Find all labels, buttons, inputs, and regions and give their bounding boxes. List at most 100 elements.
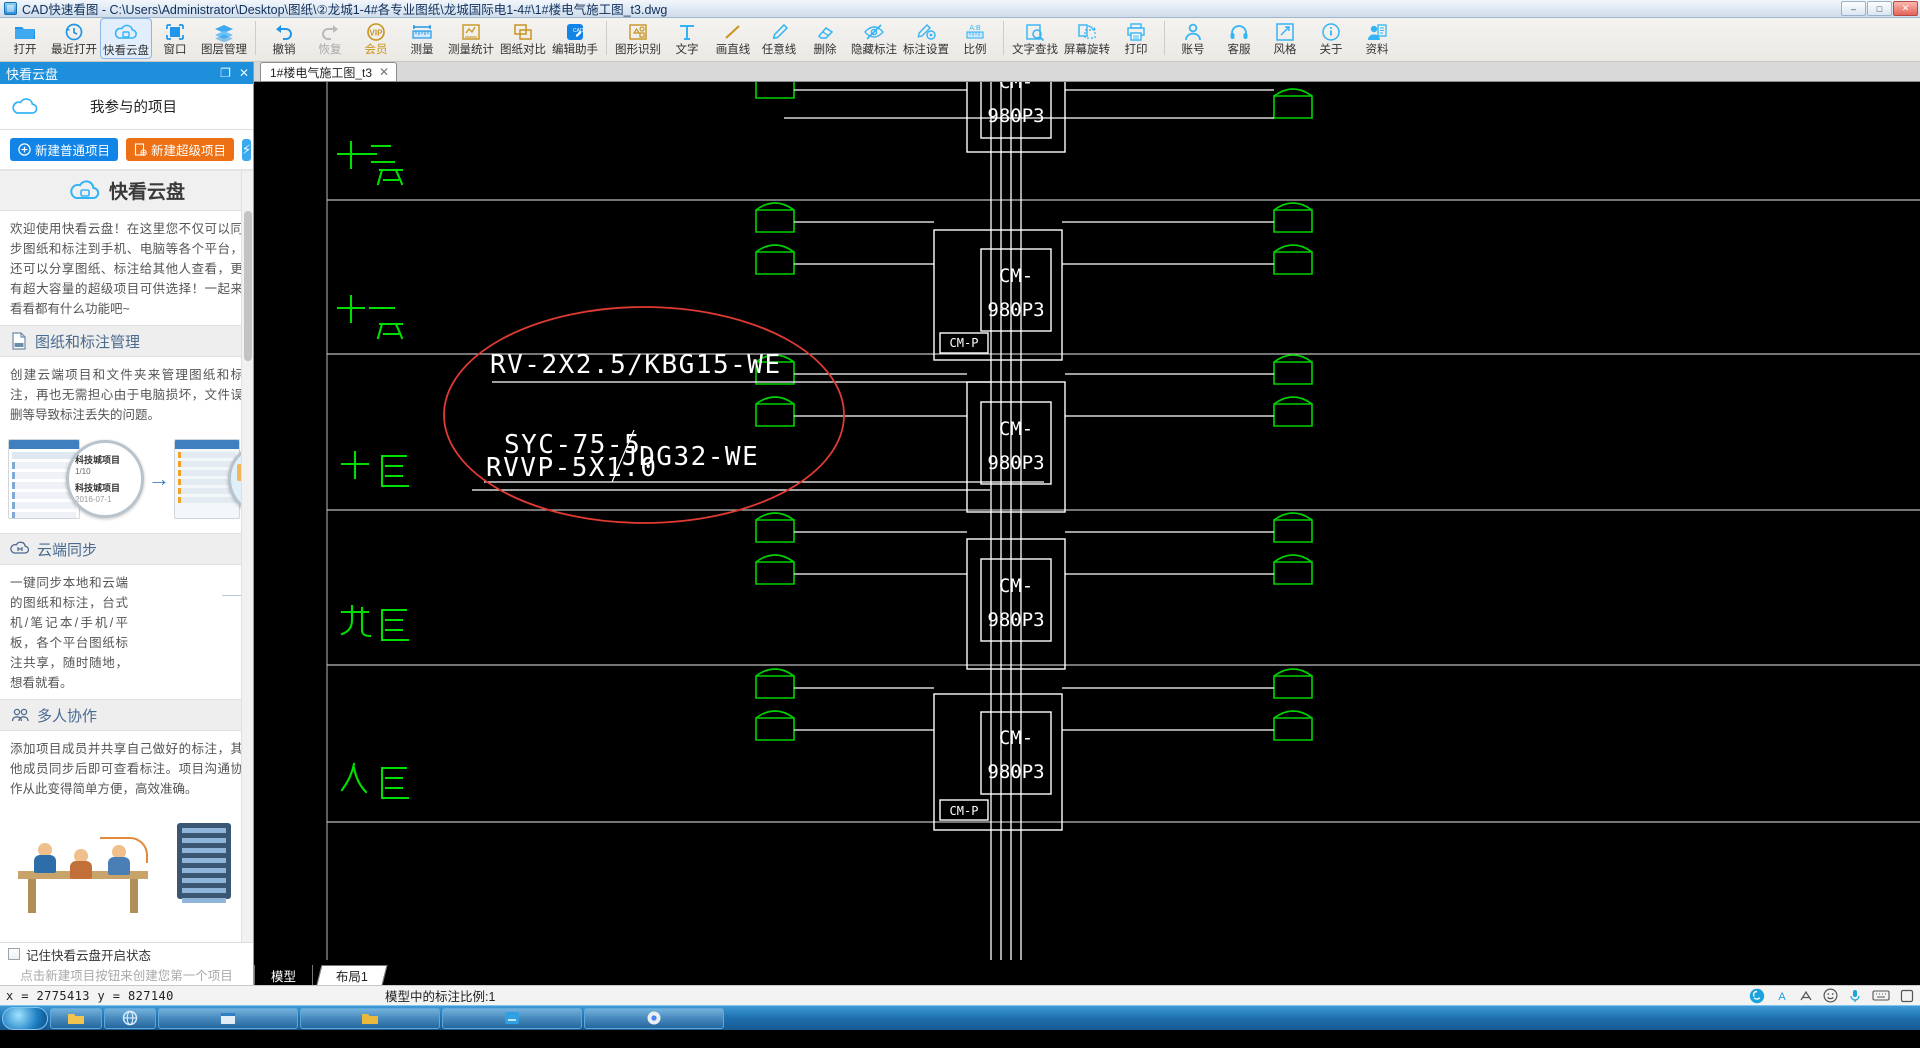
toolbar-layers[interactable]: 图层管理 xyxy=(198,18,250,61)
toolbar-recent[interactable]: 最近打开 xyxy=(48,18,100,61)
layout-tab[interactable]: 布局1 xyxy=(316,965,388,985)
super-doc-icon xyxy=(134,143,147,156)
toolbar-undo-label: 撤销 xyxy=(272,44,296,56)
taskbar-window-2[interactable] xyxy=(300,1007,440,1029)
document-tab-label: 1#楼电气施工图_t3 xyxy=(270,65,373,80)
undo-icon xyxy=(272,21,296,43)
toolbar-line-label: 画直线 xyxy=(715,44,751,56)
toolbar-open-label: 打开 xyxy=(13,44,37,56)
toolbar-window[interactable]: 窗口 xyxy=(152,18,198,61)
toolbar-undo[interactable]: 撤销 xyxy=(261,18,307,61)
panel-scrollbar-thumb[interactable] xyxy=(244,211,252,361)
toolbar-compare[interactable]: 图纸对比 xyxy=(497,18,549,61)
model-tab[interactable]: 模型 xyxy=(254,965,314,985)
sogou-icon[interactable] xyxy=(1749,988,1765,1004)
my-projects-label: 我参与的项目 xyxy=(90,100,177,116)
shape-recognize-icon xyxy=(626,21,650,43)
box-icon[interactable] xyxy=(1900,989,1914,1003)
text-icon xyxy=(675,21,699,43)
taskbar-window-4[interactable] xyxy=(584,1007,724,1029)
toolbar-measure[interactable]: 测量 xyxy=(399,18,445,61)
toolbar-cloud-label: 快看云盘 xyxy=(103,45,149,57)
toolbar-text-find-label: 文字查找 xyxy=(1012,44,1058,56)
letter-a-icon[interactable]: A xyxy=(1775,989,1789,1003)
refresh-button[interactable]: ⚡ xyxy=(242,138,252,161)
server-rack-icon xyxy=(177,823,231,903)
print-icon xyxy=(1124,21,1148,43)
windows-taskbar xyxy=(0,1005,1920,1030)
toolbar-screen-rotate[interactable]: 屏幕旋转 xyxy=(1061,18,1113,61)
taskbar-ie[interactable] xyxy=(104,1007,156,1029)
taskbar-window-1[interactable] xyxy=(158,1007,298,1029)
panel-scrollbar[interactable] xyxy=(241,171,253,942)
cursor-coordinates: x = 2775413 y = 827140 xyxy=(6,988,174,1003)
cloud-icon xyxy=(113,22,139,44)
toolbar-recent-label: 最近打开 xyxy=(51,44,97,56)
toolbar-line[interactable]: 画直线 xyxy=(710,18,756,61)
window-title: CAD快速看图 - C:\Users\Administrator\Desktop… xyxy=(22,3,668,17)
toolbar-freehand[interactable]: 任意线 xyxy=(756,18,802,61)
toolbar-print[interactable]: 打印 xyxy=(1113,18,1159,61)
toolbar-support[interactable]: 客服 xyxy=(1216,18,1262,61)
cad-canvas[interactable]: CM- 980P3 CM- 980P3 CM- 980P3 CM- 980P3 … xyxy=(254,82,1920,960)
toolbar-markup-settings[interactable]: 标注设置 xyxy=(900,18,952,61)
toolbar-compare-label: 图纸对比 xyxy=(500,44,546,56)
toolbar-style[interactable]: 风格 xyxy=(1262,18,1308,61)
keyboard-icon[interactable] xyxy=(1872,989,1890,1002)
annotation-text-4: JDG32-WE xyxy=(622,442,759,472)
headset-icon xyxy=(1227,21,1251,43)
close-button[interactable]: ✕ xyxy=(1893,1,1918,16)
svg-text:980P3: 980P3 xyxy=(987,452,1044,474)
close-icon[interactable]: ✕ xyxy=(379,65,389,79)
panel-restore-icon[interactable]: ❐ xyxy=(220,67,231,79)
new-normal-project-button[interactable]: 新建普通项目 xyxy=(10,138,119,161)
maximize-button[interactable]: □ xyxy=(1867,1,1892,16)
toolbar-vip[interactable]: VIP 会员 xyxy=(353,18,399,61)
arrow-right-icon: → xyxy=(148,466,170,491)
my-projects-row[interactable]: 我参与的项目 xyxy=(0,84,253,130)
font-icon[interactable] xyxy=(1799,989,1813,1003)
toolbar-text-find[interactable]: 文字查找 xyxy=(1009,18,1061,61)
toolbar-docs[interactable]: 资料 xyxy=(1354,18,1400,61)
start-button[interactable] xyxy=(2,1006,48,1030)
panel-close-icon[interactable]: ✕ xyxy=(239,67,249,79)
toolbar-measure-label: 测量 xyxy=(410,44,434,56)
mic-icon[interactable] xyxy=(1848,988,1862,1003)
toolbar-edit-assistant[interactable]: CAD 编辑助手 xyxy=(549,18,601,61)
toolbar-ratio[interactable]: A:B 比例 xyxy=(952,18,998,61)
toolbar-markup-settings-label: 标注设置 xyxy=(903,44,949,56)
toolbar-redo[interactable]: 恢复 xyxy=(307,18,353,61)
toolbar-cloud[interactable]: 快看云盘 xyxy=(100,18,152,59)
toolbar-print-label: 打印 xyxy=(1124,44,1148,56)
toolbar-edit-assistant-label: 编辑助手 xyxy=(552,44,598,56)
toolbar-text[interactable]: 文字 xyxy=(664,18,710,61)
toolbar-hide-markup[interactable]: 隐藏标注 xyxy=(848,18,900,61)
new-super-project-button[interactable]: 新建超级项目 xyxy=(126,138,235,161)
taskbar-explorer[interactable] xyxy=(50,1007,102,1029)
toolbar-open[interactable]: 打开 xyxy=(2,18,48,61)
remember-state-checkbox[interactable] xyxy=(8,948,20,960)
minimize-button[interactable]: – xyxy=(1841,1,1866,16)
line-icon xyxy=(721,21,745,43)
section-title-drawings: 图纸和标注管理 xyxy=(35,333,141,351)
toolbar-erase[interactable]: 删除 xyxy=(802,18,848,61)
smiley-icon[interactable] xyxy=(1823,988,1838,1003)
remember-state-checkbox-row[interactable]: 记住快看云盘开启状态 xyxy=(0,943,253,965)
cloud-panel-title: 快看云盘 xyxy=(6,66,59,82)
svg-text:980P3: 980P3 xyxy=(987,105,1044,127)
svg-text:980P3: 980P3 xyxy=(987,299,1044,321)
toolbar-text-label: 文字 xyxy=(675,44,699,56)
toolbar-about[interactable]: 关于 xyxy=(1308,18,1354,61)
toolbar-account[interactable]: 账号 xyxy=(1170,18,1216,61)
toolbar-measure-stats[interactable]: 测量统计 xyxy=(445,18,497,61)
svg-text:980P3: 980P3 xyxy=(987,761,1044,783)
app-statusbar: x = 2775413 y = 827140 模型中的标注比例:1 A xyxy=(0,985,1920,1005)
document-tab[interactable]: 1#楼电气施工图_t3 ✕ xyxy=(260,62,398,81)
layout-tab-label: 布局1 xyxy=(335,970,368,984)
cloud-outline-icon xyxy=(10,96,40,118)
docs-icon xyxy=(1365,21,1389,43)
toolbar-shape-recognize[interactable]: 图形识别 xyxy=(612,18,664,61)
model-layout-tabbar: 模型 布局1 xyxy=(254,960,1920,985)
taskbar-window-3[interactable] xyxy=(442,1007,582,1029)
section-text-collab: 添加项目成员并共享自己做好的标注，其他成员同步后即可查看标注。项目沟通协作从此变… xyxy=(10,742,243,796)
